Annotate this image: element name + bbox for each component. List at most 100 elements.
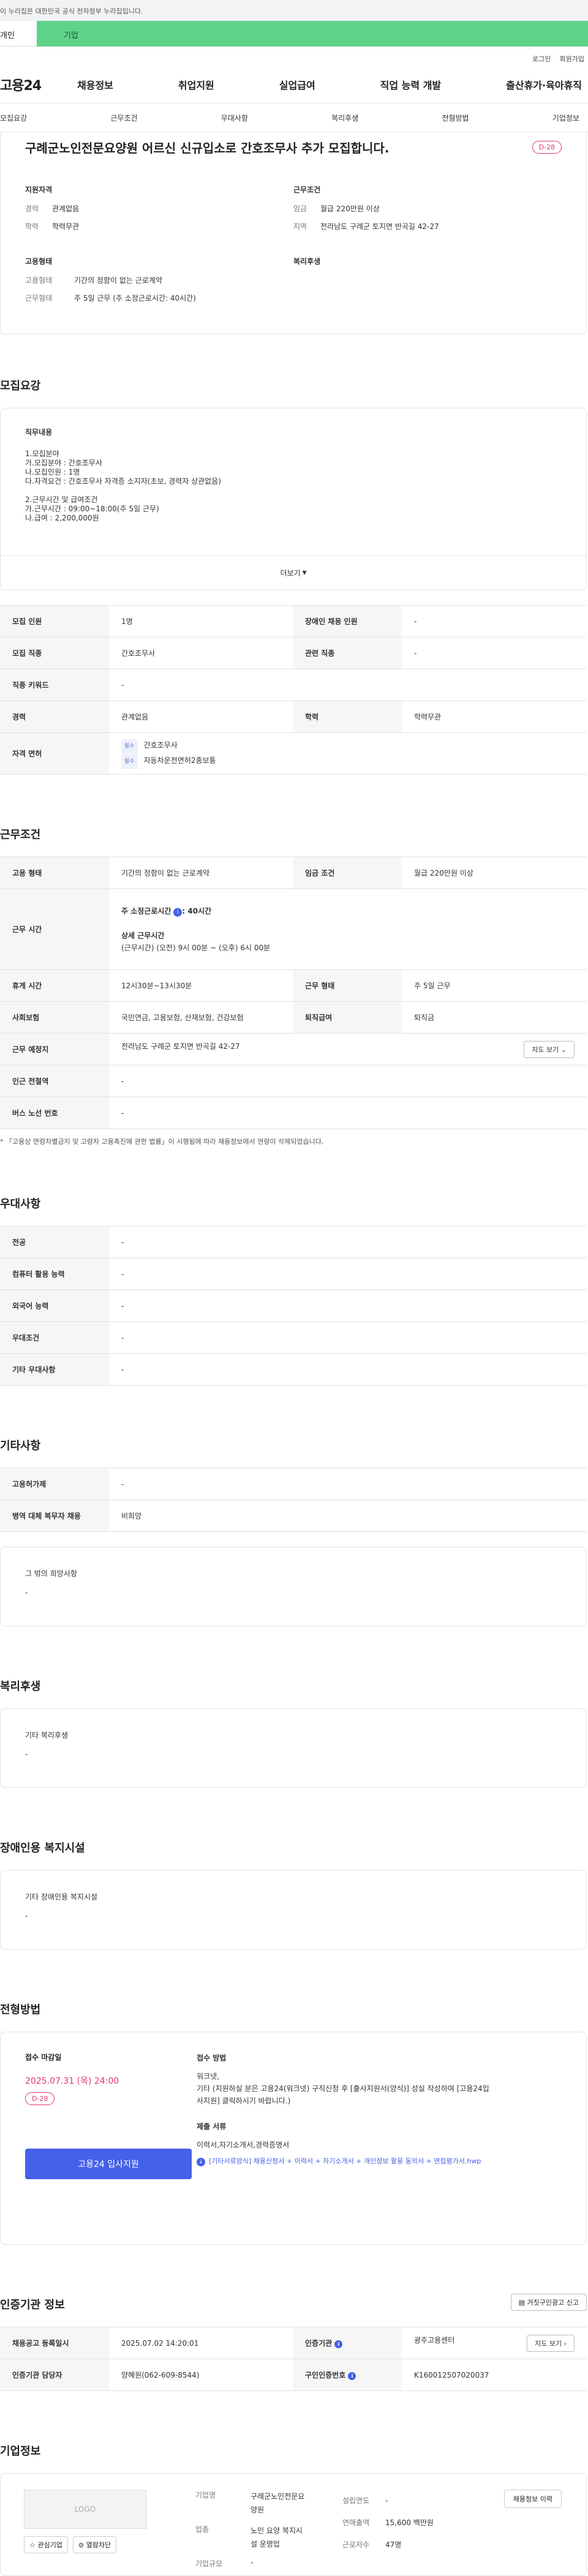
summary-key: 고용형태 <box>25 276 53 285</box>
table-row: 고용 형태 기간의 정함이 없는 근로계약 임금 조건 월급 220만원 이상 <box>0 857 587 889</box>
gnb-job-info[interactable]: 채용정보 <box>77 77 113 92</box>
map-button[interactable]: 지도 보기 › <box>527 2334 575 2352</box>
map-label: 지도 보기 <box>532 1045 559 1054</box>
subnav-welfare[interactable]: 복리후생 <box>331 113 358 123</box>
report-label: 거짓구인광고 신고 <box>527 2299 579 2307</box>
cond-heading: 근무조건 <box>293 186 321 194</box>
document-icon: ▤ <box>518 2299 526 2307</box>
gnb-employment-support[interactable]: 취업지원 <box>178 77 214 92</box>
workplace-cell: 전라남도 구례군 토지면 반곡길 42-27 지도 보기 ⌄ <box>109 1033 587 1065</box>
work-title: 근무조건 <box>0 828 41 841</box>
chevron-right-icon: › <box>564 2339 567 2348</box>
job-description-heading: 직무내용 <box>25 428 53 437</box>
subnav-company[interactable]: 기업정보 <box>552 113 579 123</box>
job-summary-card: 구례군노인전문요양원 어르신 신규입소로 간호조무사 추가 모집합니다. D-2… <box>0 132 587 334</box>
gnb-job-training[interactable]: 직업 능력 개발 <box>380 77 441 92</box>
row-value: - <box>109 1065 587 1097</box>
info-icon[interactable]: i <box>173 907 183 917</box>
preferences-section: 우대사항 전공 - 컴퓨터 활용 능력 - 외국어 능력 - 우대조건 - 기타 우대사… <box>0 1195 588 1386</box>
row-key: 우대조건 <box>0 1321 109 1354</box>
row-key: 경력 <box>0 700 109 733</box>
info-icon[interactable]: i <box>348 2372 356 2380</box>
global-nav: 고용24 채용정보 취업지원 실업급여 직업 능력 개발 출산휴가·육아휴직 <box>0 66 588 103</box>
company-history-col: 채용정보 이력 <box>502 2490 562 2575</box>
dday-badge: D-28 <box>25 2092 55 2105</box>
docs-heading: 제출 서류 <box>197 2122 227 2131</box>
job-history-button[interactable]: 채용정보 이력 <box>503 2490 562 2508</box>
table-row: 우대조건 - <box>0 1321 587 1354</box>
hours-main-row: 주 소정근로시간 i: 40시간 <box>121 905 575 917</box>
row-value: - <box>109 669 587 701</box>
info-value-group: 노인 요양 복지시 설 운영업 <box>251 2524 303 2551</box>
welfare-title: 복리후생 <box>0 1680 41 1693</box>
job-description-line: 1.모집분야 <box>25 449 59 458</box>
chevron-down-icon: ⌄ <box>560 1045 567 1054</box>
row-value: 양혜원(062-609-8544) <box>109 2359 293 2391</box>
cert-table: 채용공고 등록일시 2025.07.02 14:20:01 인증기관 i 광주고용… <box>0 2327 587 2391</box>
info-key: 업종 <box>195 2525 209 2534</box>
doc-file-link[interactable]: [기타서류양식] 채용신청서 + 이력서 + 자기소개서 + 개인정보 활용 동… <box>209 2157 481 2165</box>
row-key: 고용 형태 <box>0 857 109 889</box>
company-title: 기업정보 <box>0 2445 41 2458</box>
row-key: 구인인증번호 i <box>293 2359 402 2391</box>
gnb-parental-leave[interactable]: 출산휴가·육아휴직 <box>506 77 582 92</box>
row-key: 모집 직종 <box>0 637 109 669</box>
tab-company[interactable]: 기업 <box>37 21 588 47</box>
pref-title: 우대사항 <box>0 1198 41 1211</box>
selection-title: 전형방법 <box>0 2003 41 2016</box>
recruit-table: 모집 인원 1명 장애인 채용 인원 - 모집 직종 간호조무사 관련 직종 - 직종 … <box>0 605 587 775</box>
info-key: 기업규모 <box>195 2559 223 2568</box>
map-button[interactable]: 지도 보기 ⌄ <box>524 1040 575 1058</box>
work-table: 고용 형태 기간의 정함이 없는 근로계약 임금 조건 월급 220만원 이상 근무… <box>0 857 587 1129</box>
apply-right: 접수 방법 워크넷, 기타 (지원하실 분은 고용24(워크넷) 구직신청 후 … <box>197 2052 562 2229</box>
emp-col: 고용형태 고용형태 기간의 정함이 없는 근로계약 근무형태 주 5일 근무 (주 … <box>25 256 293 310</box>
subnav-conditions[interactable]: 근무조건 <box>110 113 137 123</box>
company-card: LOGO ☆ 관심기업 ⊘ 열람차단 기업명 구례군노인전문요 양원 업종 노인 요양… <box>0 2473 587 2576</box>
row-value: - <box>109 1353 587 1386</box>
row-key: 사회보험 <box>0 1001 109 1034</box>
table-row: 근무 시간 주 소정근로시간 i: 40시간 상세 근무시간 (근무시간) (오… <box>0 888 587 970</box>
dday-badge: D-28 <box>532 141 562 154</box>
subnav-recruit[interactable]: 모집요강 <box>0 113 27 123</box>
block-view-button[interactable]: ⊘ 열람차단 <box>72 2536 117 2553</box>
info-icon[interactable]: i <box>334 2340 343 2348</box>
row-value: - <box>109 1468 587 1500</box>
summary-key: 학력 <box>25 222 39 231</box>
star-icon: ☆ <box>29 2541 36 2549</box>
apply-left: 접수 마감일 2025.07.31 (목) 24:00 D-28 고용24 입사… <box>25 2052 197 2229</box>
row-key: 버스 노선 번호 <box>0 1097 109 1129</box>
login-link[interactable]: 로그인 <box>532 54 551 66</box>
report-false-ad-button[interactable]: ▤ 거짓구인광고 신고 <box>510 2294 587 2311</box>
site-logo[interactable]: 고용24 <box>0 75 77 94</box>
subnav-selection[interactable]: 전형방법 <box>442 113 469 123</box>
section-subnav: 모집요강 근무조건 우대사항 복리후생 전형방법 기업정보 <box>0 103 588 132</box>
disab-value: - <box>25 1912 28 1920</box>
hours-cell: 주 소정근로시간 i: 40시간 상세 근무시간 (근무시간) (오전) 9시 … <box>109 888 587 970</box>
company-buttons: ☆ 관심기업 ⊘ 열람차단 <box>24 2536 195 2553</box>
summary-value: 월급 220만원 이상 <box>320 205 380 213</box>
summary-key: 근무형태 <box>25 294 53 302</box>
qual-heading: 지원자격 <box>25 186 53 194</box>
info-value: 설 운영업 <box>251 2540 280 2548</box>
license-list: 필수 간호조무사 필수 자동차운전면허2종보통 <box>109 732 587 775</box>
gnb-unemployment-benefit[interactable]: 실업급여 <box>279 77 315 92</box>
tab-individual[interactable]: 개인 <box>0 21 37 47</box>
row-key: 고용허가제 <box>0 1468 109 1500</box>
subnav-preferences[interactable]: 우대사항 <box>221 113 248 123</box>
summary-row: 경력 관계없음 <box>25 203 293 214</box>
summary-key: 임금 <box>293 205 307 213</box>
info-value: 47명 <box>385 2540 402 2549</box>
summary-row: 고용형태 기간의 정함이 없는 근로계약 <box>25 275 293 285</box>
more-button[interactable]: 더보기 ▼ <box>1 555 586 590</box>
cert-section: 인증기관 정보 ▤ 거짓구인광고 신고 채용공고 등록일시 2025.07.02 … <box>0 2294 588 2391</box>
gov-notice-bar: 이 누리집은 대한민국 공식 전자정부 누리집입니다. <box>0 0 588 21</box>
signup-link[interactable]: 회원가입 <box>560 54 584 66</box>
info-value: 15,600 백만원 <box>385 2518 434 2527</box>
row-value: 월급 220만원 이상 <box>402 857 587 889</box>
required-tag: 필수 <box>121 738 138 754</box>
license-name: 자동차운전면허2종보통 <box>143 756 216 765</box>
row-key: 인증기관 i <box>293 2327 402 2359</box>
apply-button[interactable]: 고용24 입사지원 <box>25 2149 192 2179</box>
table-row: 사회보험 국민연금, 고용보험, 산재보험, 건강보험 퇴직급여 퇴직금 <box>0 1001 587 1034</box>
favorite-company-button[interactable]: ☆ 관심기업 <box>24 2536 68 2553</box>
